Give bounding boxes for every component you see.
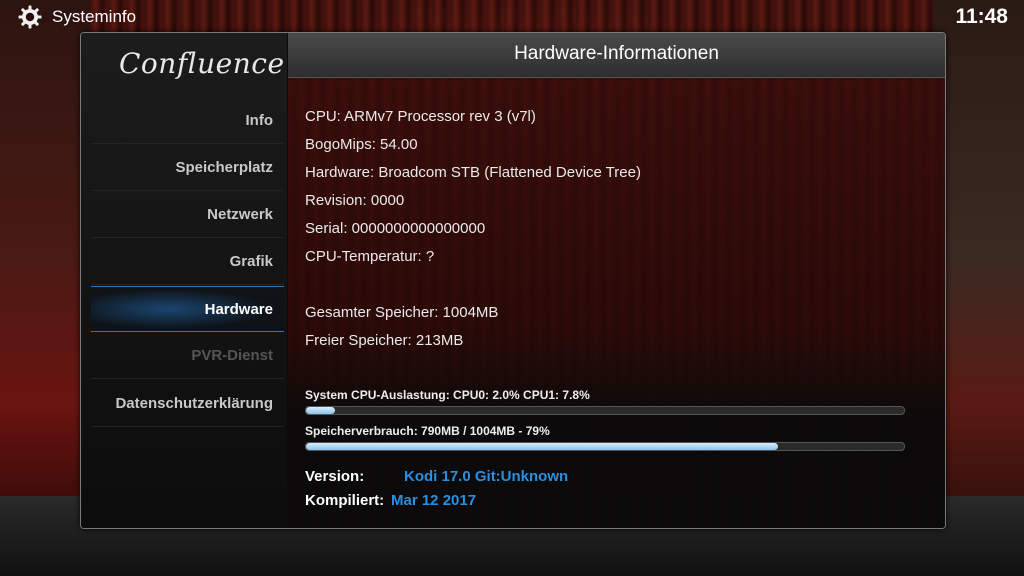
info-bogomips: BogoMips: 54.00 xyxy=(305,136,418,153)
memory-usage-label: Speicherverbrauch: 790MB / 1004MB - 79% xyxy=(305,424,550,438)
sidebar: Confluence Info Speicherplatz Netzwerk G… xyxy=(81,33,287,528)
compiled-label: Kompiliert: xyxy=(305,492,385,509)
info-total-memory: Gesamter Speicher: 1004MB xyxy=(305,304,499,321)
info-cpu: CPU: ARMv7 Processor rev 3 (v7l) xyxy=(305,108,536,125)
clock: 11:48 xyxy=(955,5,1008,28)
cpu-usage-bar-fill xyxy=(306,407,336,414)
sidebar-item-datenschutzerklaerung[interactable]: Datenschutzerklärung xyxy=(91,381,284,427)
memory-usage-bar xyxy=(305,442,905,451)
confluence-logo: Confluence xyxy=(119,47,285,80)
info-free-memory: Freier Speicher: 213MB xyxy=(305,332,464,349)
gear-icon xyxy=(18,5,42,29)
sidebar-item-speicherplatz[interactable]: Speicherplatz xyxy=(91,145,284,191)
version-value: Kodi 17.0 Git:Unknown xyxy=(404,468,569,485)
content-area: Hardware-Informationen CPU: ARMv7 Proces… xyxy=(288,33,945,528)
compiled-value: Mar 12 2017 xyxy=(391,492,477,509)
sidebar-item-netzwerk[interactable]: Netzwerk xyxy=(91,192,284,238)
cpu-usage-bar xyxy=(305,406,905,415)
window-title: Systeminfo xyxy=(52,7,137,26)
version-label: Version: xyxy=(305,468,365,485)
page-title: Hardware-Informationen xyxy=(514,43,719,64)
cpu-usage-label: System CPU-Auslastung: CPU0: 2.0% CPU1: … xyxy=(305,388,590,402)
background-left-wall xyxy=(0,0,90,576)
sidebar-item-pvr-dienst[interactable]: PVR-Dienst xyxy=(91,333,284,379)
info-revision: Revision: 0000 xyxy=(305,192,405,209)
sidebar-item-info[interactable]: Info xyxy=(91,98,284,144)
info-hardware: Hardware: Broadcom STB (Flattened Device… xyxy=(305,164,641,181)
top-bar: Systeminfo 11:48 xyxy=(0,0,1024,34)
content-header: Hardware-Informationen xyxy=(288,33,945,78)
sidebar-item-grafik[interactable]: Grafik xyxy=(91,239,284,285)
background-right-wall xyxy=(934,0,1024,576)
main-panel: Confluence Info Speicherplatz Netzwerk G… xyxy=(80,32,946,529)
info-cpu-temperature: CPU-Temperatur: ? xyxy=(305,248,435,265)
memory-usage-bar-fill xyxy=(306,443,779,450)
sidebar-item-hardware[interactable]: Hardware xyxy=(91,286,284,332)
info-serial: Serial: 0000000000000000 xyxy=(305,220,486,237)
